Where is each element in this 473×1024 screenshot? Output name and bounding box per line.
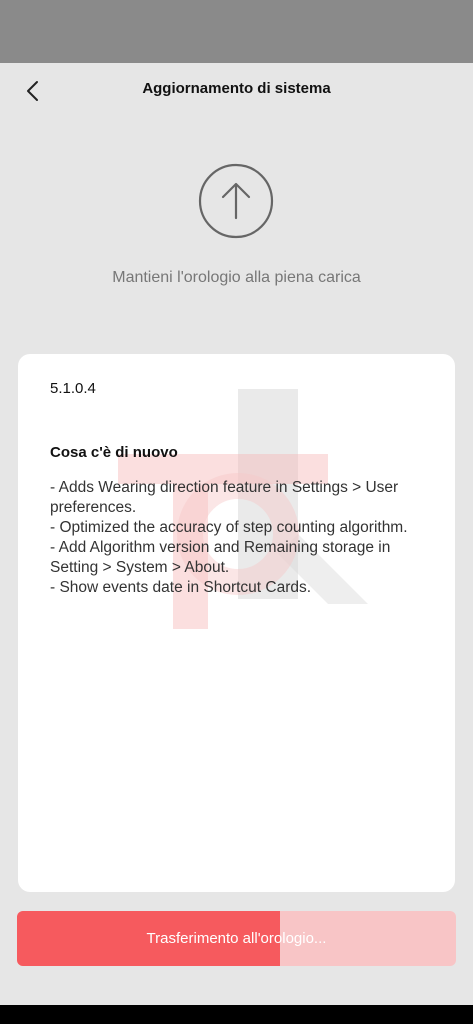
release-note-item: - Optimized the accuracy of step countin… xyxy=(50,519,408,536)
release-notes-list: - Adds Wearing direction feature in Sett… xyxy=(50,478,430,598)
page-title: Aggiornamento di sistema xyxy=(142,80,331,97)
release-note-item: - Add Algorithm version and Remaining st… xyxy=(50,539,391,576)
navigation-bar xyxy=(0,1005,473,1024)
arrow-up-circle-icon xyxy=(198,163,274,239)
status-bar xyxy=(0,0,473,63)
release-note-item: - Show events date in Shortcut Cards. xyxy=(50,579,312,596)
charge-hint: Mantieni l'orologio alla piena carica xyxy=(112,269,361,286)
release-note-item: - Adds Wearing direction feature in Sett… xyxy=(50,479,399,516)
release-notes-card: 5.1.0.4 Cosa c'è di nuovo - Adds Wearing… xyxy=(18,354,455,892)
transfer-progress-label: Trasferimento all'orologio... xyxy=(146,930,327,947)
transfer-progress-button[interactable]: Trasferimento all'orologio... xyxy=(17,911,456,966)
version-number: 5.1.0.4 xyxy=(50,380,96,397)
whats-new-title: Cosa c'è di nuovo xyxy=(50,444,178,461)
